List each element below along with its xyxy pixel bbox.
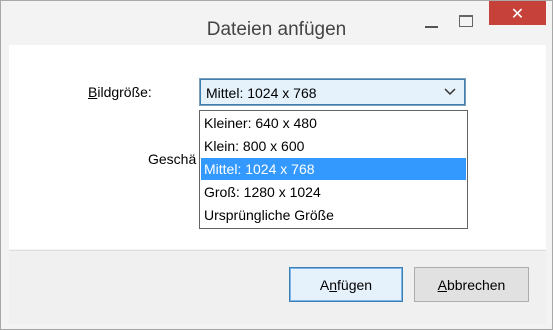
attach-button[interactable]: An fügen — [289, 267, 403, 302]
option-klein[interactable]: Klein: 800 x 600 — [201, 135, 466, 157]
option-kleiner[interactable]: Kleiner: 640 x 480 — [201, 112, 466, 134]
minimize-icon[interactable] — [416, 9, 446, 31]
image-size-select[interactable]: Mittel: 1024 x 768 — [199, 78, 466, 106]
maximize-icon[interactable] — [451, 9, 481, 31]
close-button[interactable]: ✕ — [489, 1, 546, 25]
partial-hidden-label: Geschä — [148, 151, 197, 167]
cancel-button[interactable]: Abbrechen — [414, 267, 529, 302]
selected-value: Mittel: 1024 x 768 — [206, 85, 317, 101]
image-size-label: Bildgröße: — [88, 84, 152, 100]
chevron-down-icon — [444, 83, 456, 102]
title-bar: Dateien anfügen ✕ — [1, 1, 552, 45]
image-size-dropdown-list: Kleiner: 640 x 480 Klein: 800 x 600 Mitt… — [199, 110, 468, 229]
option-mittel[interactable]: Mittel: 1024 x 768 — [201, 158, 466, 180]
close-icon: ✕ — [510, 3, 525, 23]
option-original[interactable]: Ursprüngliche Größe — [201, 204, 466, 226]
option-gross[interactable]: Groß: 1280 x 1024 — [201, 181, 466, 203]
